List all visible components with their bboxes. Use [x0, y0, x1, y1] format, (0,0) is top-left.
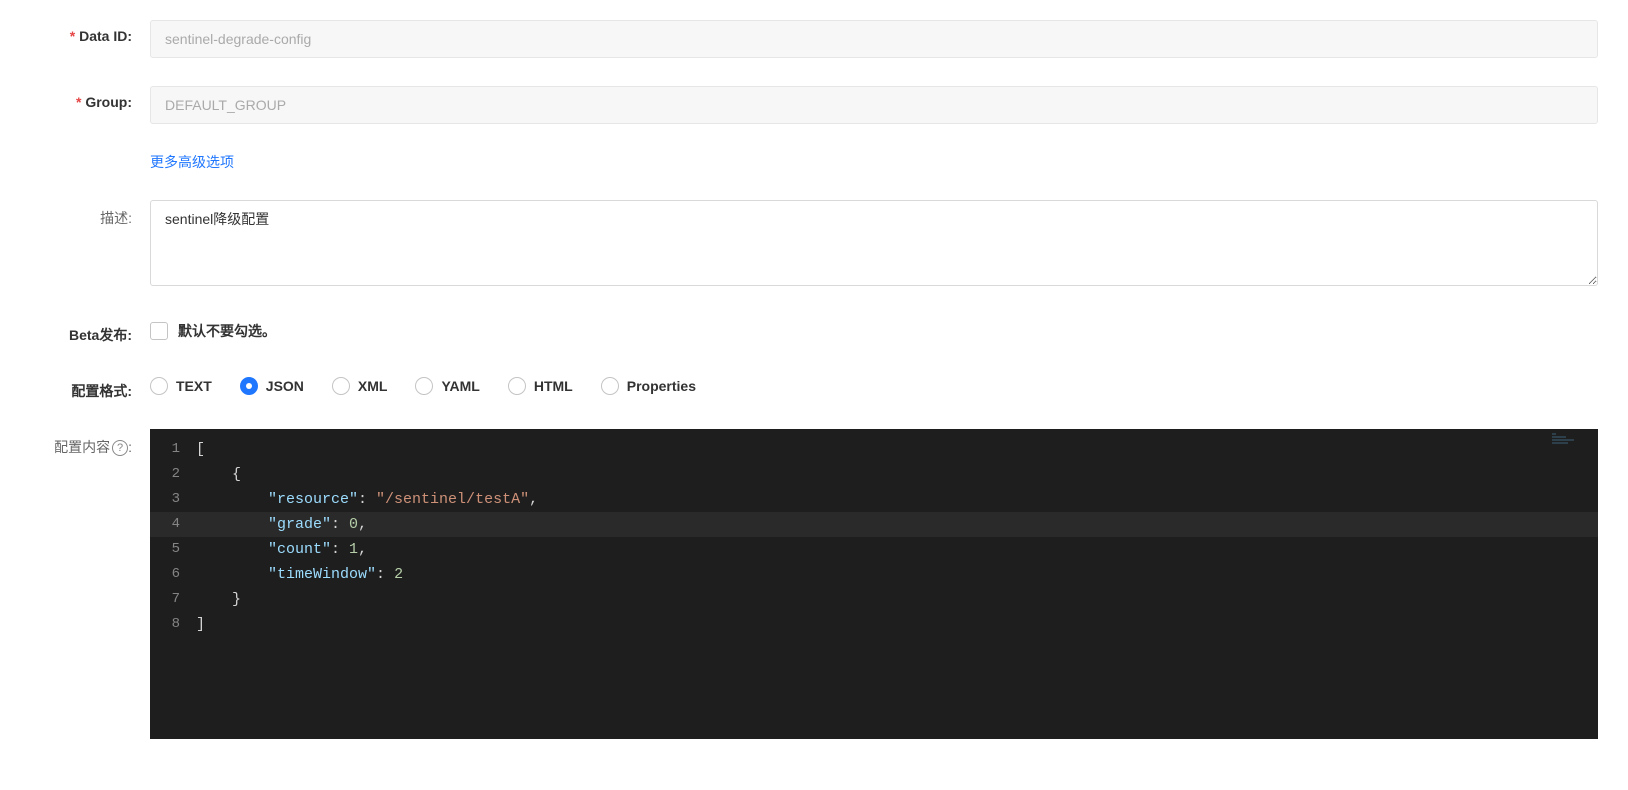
radio-label: YAML — [441, 378, 479, 394]
radio-circle — [508, 377, 526, 395]
line-content: [ — [196, 437, 205, 462]
line-content: ] — [196, 612, 205, 637]
line-content: "count": 1, — [196, 537, 367, 562]
beta-label: Beta发布: — [30, 317, 150, 345]
radio-circle — [601, 377, 619, 395]
line-number: 8 — [150, 612, 196, 637]
line-number: 7 — [150, 587, 196, 612]
code-line[interactable]: 6 "timeWindow": 2 — [150, 562, 1598, 587]
line-content: { — [196, 462, 241, 487]
radio-label: XML — [358, 378, 388, 394]
format-radio-xml[interactable]: XML — [332, 377, 388, 395]
radio-circle — [150, 377, 168, 395]
radio-label: JSON — [266, 378, 304, 394]
radio-label: HTML — [534, 378, 573, 394]
editor-minimap — [1552, 433, 1592, 443]
code-line[interactable]: 5 "count": 1, — [150, 537, 1598, 562]
beta-checkbox[interactable] — [150, 322, 168, 340]
data-id-input — [150, 20, 1598, 58]
radio-circle — [240, 377, 258, 395]
code-line[interactable]: 3 "resource": "/sentinel/testA", — [150, 487, 1598, 512]
format-radio-yaml[interactable]: YAML — [415, 377, 479, 395]
radio-circle — [415, 377, 433, 395]
line-number: 6 — [150, 562, 196, 587]
line-number: 2 — [150, 462, 196, 487]
line-content: } — [196, 587, 241, 612]
group-input — [150, 86, 1598, 124]
code-line[interactable]: 1[ — [150, 437, 1598, 462]
help-icon[interactable]: ? — [112, 440, 128, 456]
code-line[interactable]: 4 "grade": 0, — [150, 512, 1598, 537]
code-line[interactable]: 8] — [150, 612, 1598, 637]
format-label: 配置格式: — [30, 373, 150, 401]
code-editor[interactable]: 1[2 {3 "resource": "/sentinel/testA",4 "… — [150, 429, 1598, 739]
radio-label: Properties — [627, 378, 696, 394]
data-id-label: Data ID: — [30, 20, 150, 44]
format-radio-properties[interactable]: Properties — [601, 377, 696, 395]
line-number: 5 — [150, 537, 196, 562]
group-label: Group: — [30, 86, 150, 110]
code-line[interactable]: 7 } — [150, 587, 1598, 612]
format-radio-text[interactable]: TEXT — [150, 377, 212, 395]
beta-hint: 默认不要勾选。 — [178, 321, 276, 341]
radio-circle — [332, 377, 350, 395]
format-radio-html[interactable]: HTML — [508, 377, 573, 395]
desc-textarea[interactable] — [150, 200, 1598, 286]
line-number: 4 — [150, 512, 196, 537]
line-content: "resource": "/sentinel/testA", — [196, 487, 538, 512]
code-line[interactable]: 2 { — [150, 462, 1598, 487]
format-radio-json[interactable]: JSON — [240, 377, 304, 395]
more-advanced-link[interactable]: 更多高级选项 — [150, 154, 234, 170]
line-content: "grade": 0, — [196, 512, 367, 537]
line-number: 3 — [150, 487, 196, 512]
line-content: "timeWindow": 2 — [196, 562, 403, 587]
radio-label: TEXT — [176, 378, 212, 394]
content-label: 配置内容?: — [30, 429, 150, 457]
desc-label: 描述: — [30, 200, 150, 228]
line-number: 1 — [150, 437, 196, 462]
